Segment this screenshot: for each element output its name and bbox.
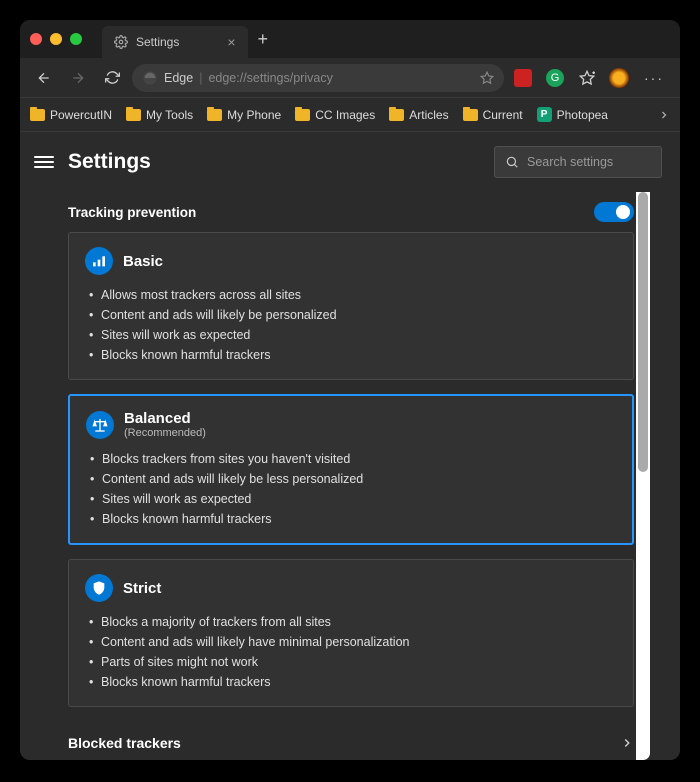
- photopea-icon: P: [537, 107, 552, 122]
- bullet-item: Blocks a majority of trackers from all s…: [85, 612, 617, 632]
- new-tab-button[interactable]: +: [258, 29, 269, 50]
- bookmarks-bar: PowercutIN My Tools My Phone CC Images A…: [20, 98, 680, 132]
- window-controls: [30, 33, 82, 45]
- forward-button[interactable]: [64, 64, 92, 92]
- toolbar: Edge | edge://settings/privacy G ···: [20, 58, 680, 98]
- favorites-button[interactable]: [574, 65, 600, 91]
- folder-icon: [30, 109, 45, 121]
- search-settings-input[interactable]: Search settings: [494, 146, 662, 178]
- card-bullets: Blocks trackers from sites you haven't v…: [86, 449, 616, 529]
- bookmark-label: Photopea: [557, 108, 608, 122]
- bullet-item: Allows most trackers across all sites: [85, 285, 617, 305]
- card-balanced[interactable]: Balanced (Recommended) Blocks trackers f…: [68, 394, 634, 545]
- scrollbar-thumb[interactable]: [638, 192, 648, 472]
- card-strict[interactable]: Strict Blocks a majority of trackers fro…: [68, 559, 634, 707]
- close-window-button[interactable]: [30, 33, 42, 45]
- tracking-prevention-toggle[interactable]: [594, 202, 634, 222]
- bookmark-label: CC Images: [315, 108, 375, 122]
- bookmark-photopea[interactable]: P Photopea: [537, 107, 608, 122]
- reload-button[interactable]: [98, 64, 126, 92]
- bookmark-label: Articles: [409, 108, 448, 122]
- folder-icon: [389, 109, 404, 121]
- card-title: Basic: [123, 253, 163, 270]
- bullet-item: Content and ads will likely be less pers…: [86, 469, 616, 489]
- card-title: Strict: [123, 580, 161, 597]
- bookmark-mytools[interactable]: My Tools: [126, 108, 193, 122]
- bullet-item: Content and ads will likely be personali…: [85, 305, 617, 325]
- maximize-window-button[interactable]: [70, 33, 82, 45]
- scrollbar[interactable]: [636, 192, 650, 760]
- bullet-item: Blocks known harmful trackers: [85, 345, 617, 365]
- chevron-right-icon: [620, 736, 634, 750]
- scroll-area: Tracking prevention Basic Allows most tr…: [20, 192, 680, 760]
- bookmark-myphone[interactable]: My Phone: [207, 108, 281, 122]
- hamburger-menu-button[interactable]: [34, 156, 54, 168]
- bookmark-powercutin[interactable]: PowercutIN: [30, 108, 112, 122]
- section-title: Tracking prevention: [68, 205, 196, 220]
- bookmark-label: PowercutIN: [50, 108, 112, 122]
- blocked-label: Blocked trackers: [68, 735, 181, 751]
- browser-window: Settings × + Edge | edge://settings/priv…: [20, 20, 680, 760]
- card-bullets: Allows most trackers across all sites Co…: [85, 285, 617, 365]
- edge-logo-icon: [142, 70, 158, 86]
- bookmark-label: My Tools: [146, 108, 193, 122]
- bookmark-label: Current: [483, 108, 523, 122]
- page-title: Settings: [68, 150, 151, 174]
- folder-icon: [207, 109, 222, 121]
- blocked-trackers-row[interactable]: Blocked trackers: [68, 721, 634, 751]
- folder-icon: [126, 109, 141, 121]
- minimize-window-button[interactable]: [50, 33, 62, 45]
- bookmark-ccimages[interactable]: CC Images: [295, 108, 375, 122]
- extension-button-1[interactable]: [510, 65, 536, 91]
- card-title: Balanced: [124, 410, 206, 427]
- more-menu-button[interactable]: ···: [638, 70, 670, 86]
- recommended-label: (Recommended): [124, 427, 206, 439]
- search-placeholder: Search settings: [527, 155, 613, 169]
- signal-icon: [85, 247, 113, 275]
- close-tab-button[interactable]: ×: [227, 34, 235, 50]
- folder-icon: [463, 109, 478, 121]
- profile-avatar[interactable]: [606, 65, 632, 91]
- bullet-item: Content and ads will likely have minimal…: [85, 632, 617, 652]
- bullet-item: Parts of sites might not work: [85, 652, 617, 672]
- bullet-item: Sites will work as expected: [86, 489, 616, 509]
- tab-title: Settings: [136, 35, 179, 49]
- gear-icon: [114, 35, 128, 49]
- bookmark-current[interactable]: Current: [463, 108, 523, 122]
- balance-icon: [86, 411, 114, 439]
- titlebar: Settings × +: [20, 20, 680, 58]
- favorite-icon[interactable]: [480, 71, 494, 85]
- address-bar[interactable]: Edge | edge://settings/privacy: [132, 64, 504, 92]
- shield-icon: [85, 574, 113, 602]
- card-bullets: Blocks a majority of trackers from all s…: [85, 612, 617, 692]
- folder-icon: [295, 109, 310, 121]
- address-app-label: Edge: [164, 71, 193, 85]
- search-icon: [505, 155, 519, 169]
- settings-header: Settings Search settings: [20, 132, 680, 192]
- tracking-prevention-header: Tracking prevention: [68, 192, 634, 232]
- bookmark-articles[interactable]: Articles: [389, 108, 448, 122]
- extension-button-2[interactable]: G: [542, 65, 568, 91]
- address-separator: |: [199, 71, 202, 85]
- card-basic[interactable]: Basic Allows most trackers across all si…: [68, 232, 634, 380]
- bullet-item: Blocks known harmful trackers: [85, 672, 617, 692]
- bookmark-label: My Phone: [227, 108, 281, 122]
- bullet-item: Blocks trackers from sites you haven't v…: [86, 449, 616, 469]
- bookmarks-overflow-button[interactable]: [658, 109, 670, 121]
- back-button[interactable]: [30, 64, 58, 92]
- bullet-item: Blocks known harmful trackers: [86, 509, 616, 529]
- address-url: edge://settings/privacy: [208, 71, 332, 85]
- page-content: Settings Search settings Tracking preven…: [20, 132, 680, 760]
- browser-tab[interactable]: Settings ×: [102, 26, 248, 58]
- bullet-item: Sites will work as expected: [85, 325, 617, 345]
